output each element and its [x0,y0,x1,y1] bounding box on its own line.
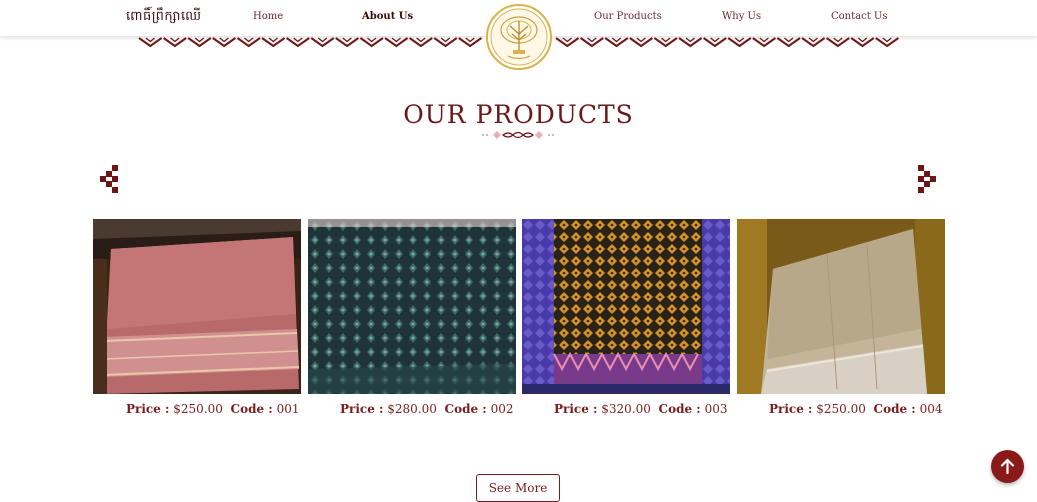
code-value: 003 [704,402,728,416]
product-image-001[interactable] [93,219,301,394]
product-image-002[interactable] [308,219,516,394]
product-price-003: Price : $320.00 Code : 003 [554,402,727,416]
price-value: $280.00 [387,402,437,416]
price-value: $250.00 [816,402,866,416]
code-label: Code : [873,402,916,416]
nav-contact-us[interactable]: Contact Us [831,11,887,22]
nav-why-us[interactable]: Why Us [722,11,761,22]
next-arrow-icon[interactable] [918,165,938,193]
code-label: Code : [230,402,273,416]
price-label: Price : [340,402,384,416]
code-value: 001 [276,402,300,416]
product-price-004: Price : $250.00 Code : 004 [769,402,942,416]
code-label: Code : [658,402,701,416]
header-border-left [138,36,483,48]
nav-our-products[interactable]: Our Products [594,11,662,22]
nav-home[interactable]: Home [253,11,283,22]
product-price-001: Price : $250.00 Code : 001 [126,402,299,416]
section-title: OUR PRODUCTS [403,100,634,129]
price-label: Price : [126,402,170,416]
code-value: 004 [919,402,943,416]
price-label: Price : [554,402,598,416]
brand-name[interactable]: ពោធិ៍ព្រឹក្សាឈើ [126,8,201,27]
nav-about-us[interactable]: About Us [362,11,413,22]
code-value: 002 [490,402,514,416]
see-more-button[interactable]: See More [476,474,560,502]
price-value: $320.00 [601,402,651,416]
product-image-003[interactable] [522,219,730,394]
product-price-002: Price : $280.00 Code : 002 [340,402,513,416]
scroll-to-top-button[interactable] [991,450,1024,483]
title-divider-ornament [482,131,554,139]
prev-arrow-icon[interactable] [100,165,120,193]
price-value: $250.00 [173,402,223,416]
logo-tree-icon [490,8,548,66]
header-border-right [555,36,900,48]
code-label: Code : [444,402,487,416]
price-label: Price : [769,402,813,416]
arrow-up-icon [1000,458,1015,475]
product-image-004[interactable] [737,219,945,394]
logo[interactable] [486,4,552,70]
